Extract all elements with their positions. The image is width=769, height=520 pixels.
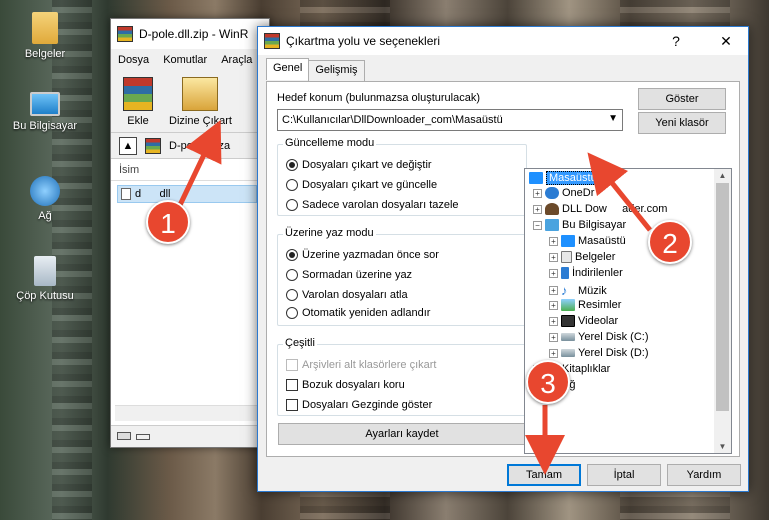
arrow-2	[587, 152, 652, 232]
step-2-badge: 2	[648, 220, 692, 264]
tab-general[interactable]: Genel	[266, 58, 310, 80]
annotation-arrows	[177, 119, 652, 475]
arrow-1	[177, 119, 222, 207]
step-3-badge: 3	[526, 360, 570, 404]
step-1-badge: 1	[146, 200, 190, 244]
